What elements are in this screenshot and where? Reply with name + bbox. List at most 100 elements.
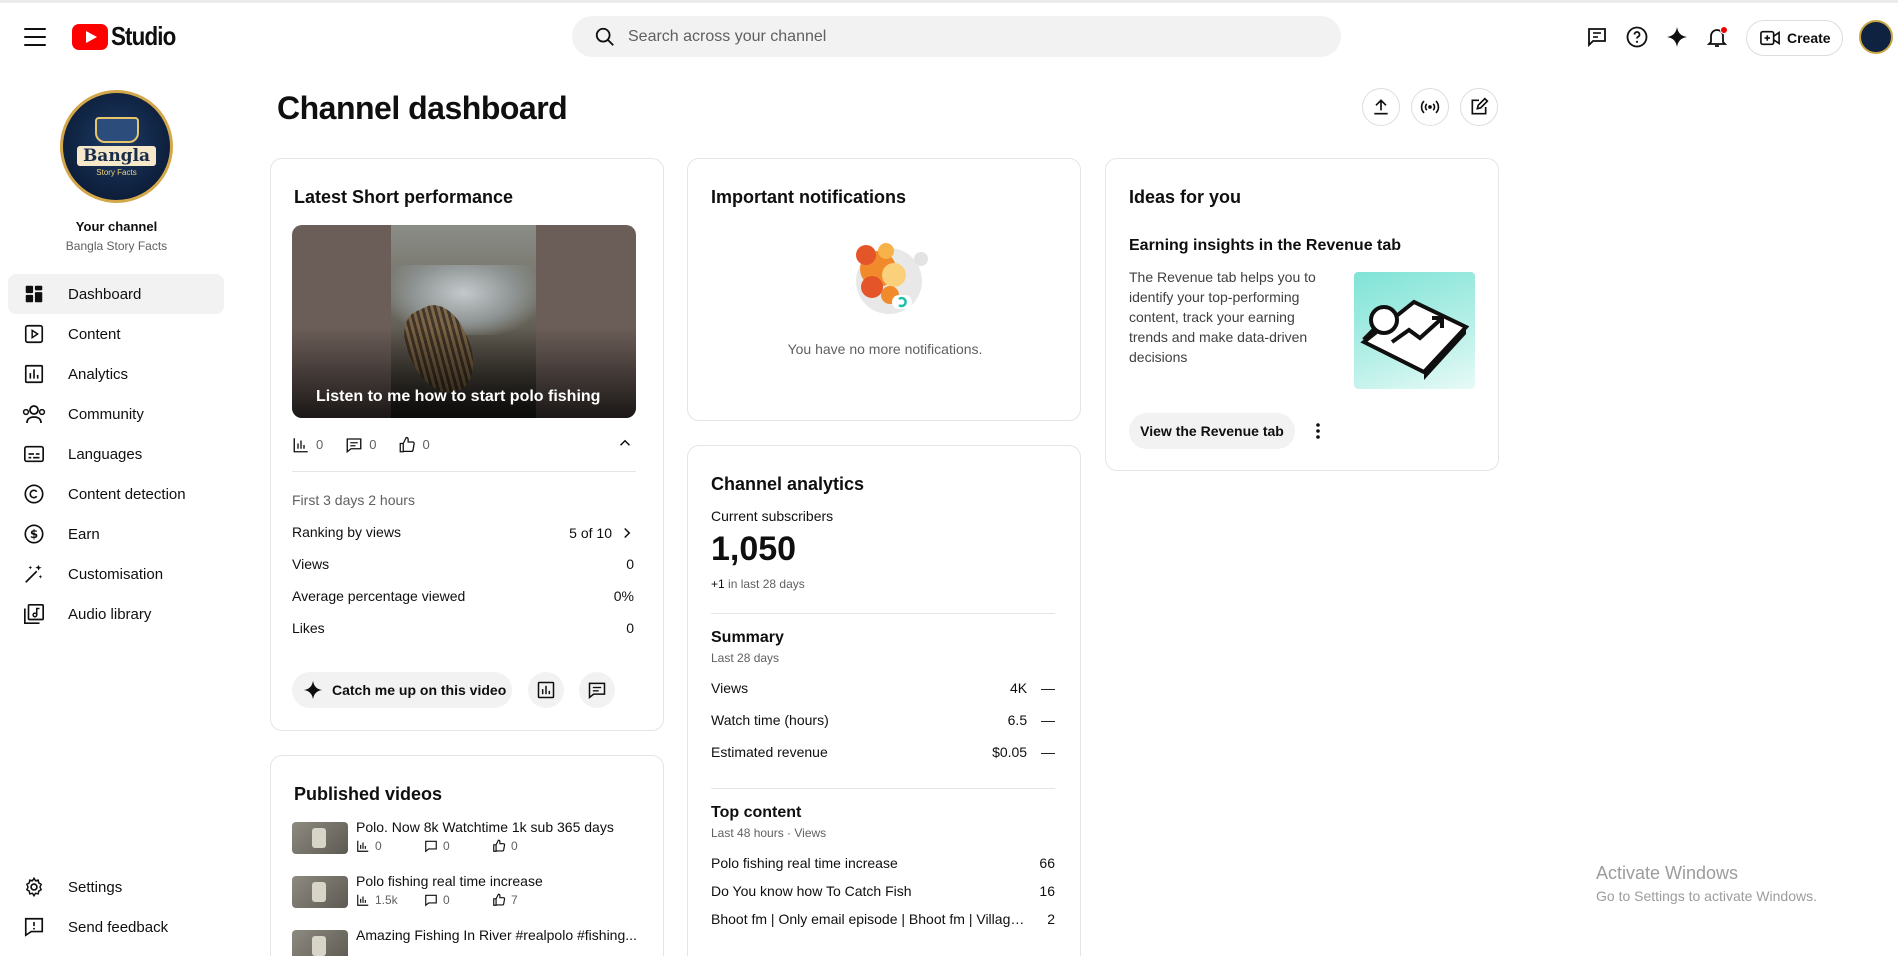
- top-content-row[interactable]: Do You know how To Catch Fish 16: [711, 883, 1055, 899]
- catch-me-up-button[interactable]: Catch me up on this video: [292, 672, 512, 708]
- video-thumbnail: [292, 876, 348, 908]
- sidebar-item-send-feedback[interactable]: Send feedback: [8, 907, 224, 947]
- video-title[interactable]: Polo. Now 8k Watchtime 1k sub 365 days: [356, 819, 638, 835]
- views-count: 1.5k: [375, 893, 398, 907]
- subscribers-delta: +1 in last 28 days: [711, 577, 805, 591]
- video-stats: 1.5k 0 7: [356, 893, 560, 907]
- youtube-play-icon: [72, 23, 108, 50]
- card-heading: Published videos: [294, 784, 443, 804]
- sidebar-item-analytics[interactable]: Analytics: [8, 354, 224, 394]
- account-avatar[interactable]: [1859, 20, 1893, 54]
- catch-me-up-label: Catch me up on this video: [332, 682, 507, 698]
- ranking-label: Ranking by views: [292, 524, 401, 540]
- sidebar-item-content-detection[interactable]: Content detection: [8, 474, 224, 514]
- subscribers-label: Current subscribers: [711, 508, 834, 524]
- short-comments-button[interactable]: [579, 672, 615, 708]
- go-live-button[interactable]: [1411, 88, 1449, 126]
- short-analytics-button[interactable]: [528, 672, 564, 708]
- top-content-row[interactable]: Polo fishing real time increase 66: [711, 855, 1055, 871]
- short-performance-card: Latest Short performance Listen to me ho…: [270, 158, 664, 731]
- create-post-button[interactable]: [1460, 88, 1498, 126]
- comment-icon: [425, 840, 437, 853]
- video-title[interactable]: Polo fishing real time increase: [356, 873, 638, 889]
- metric-value: 0: [626, 556, 634, 572]
- messages-icon[interactable]: [1582, 22, 1612, 52]
- sidebar-item-label: Send feedback: [68, 918, 169, 936]
- sidebar-item-dashboard[interactable]: Dashboard: [8, 274, 224, 314]
- video-thumbnail: [292, 822, 348, 854]
- help-icon[interactable]: [1622, 22, 1652, 52]
- sidebar-item-content[interactable]: Content: [8, 314, 224, 354]
- summary-row-views[interactable]: Views 4K —: [711, 680, 1055, 696]
- notifications-icon[interactable]: [1702, 22, 1732, 52]
- sidebar-item-customisation[interactable]: Customisation: [8, 554, 224, 594]
- sidebar-item-label: Content detection: [68, 485, 186, 503]
- views-count: 0: [375, 839, 382, 853]
- empty-notifications-illustration: [856, 243, 928, 314]
- channel-analytics-card: Channel analytics Current subscribers 1,…: [687, 445, 1081, 956]
- notification-dot: [1720, 26, 1728, 34]
- view-revenue-tab-button[interactable]: View the Revenue tab: [1129, 413, 1295, 449]
- analytics-icon: [22, 362, 46, 386]
- summary-row-revenue[interactable]: Estimated revenue $0.05 —: [711, 744, 1055, 760]
- channel-avatar[interactable]: Bangla Story Facts: [60, 90, 173, 203]
- summary-label: Estimated revenue: [711, 744, 828, 760]
- thumbs-up-icon: [493, 893, 506, 906]
- divider: [711, 788, 1055, 789]
- ranking-row[interactable]: Ranking by views 5 of 10: [292, 524, 636, 542]
- menu-icon[interactable]: [18, 22, 52, 52]
- notifications-card: Important notifications You have no more…: [687, 158, 1081, 421]
- delta-value: +1: [711, 577, 725, 591]
- idea-body: The Revenue tab helps you to identify yo…: [1129, 269, 1316, 365]
- short-title: Listen to me how to start polo fishing: [316, 388, 601, 405]
- sidebar-item-earn[interactable]: $ Earn: [8, 514, 224, 554]
- likes-stat: 0: [492, 839, 560, 853]
- svg-text:$: $: [30, 527, 38, 541]
- upload-icon: [1374, 99, 1388, 115]
- collapse-chevron-icon[interactable]: [616, 434, 634, 455]
- avatar-logo-subtext: Story Facts: [96, 167, 137, 177]
- list-item[interactable]: Amazing Fishing In River #realpolo #fish…: [292, 927, 638, 956]
- summary-label: Views: [711, 680, 749, 696]
- sidebar-item-languages[interactable]: Languages: [8, 434, 224, 474]
- list-item[interactable]: Polo fishing real time increase 1.5k 0 7: [292, 873, 636, 913]
- list-item[interactable]: Polo. Now 8k Watchtime 1k sub 365 days 0…: [292, 819, 636, 859]
- summary-period: Last 28 days: [711, 651, 780, 665]
- comments-count: 0: [443, 893, 450, 907]
- top-content-period: Last 48 hours · Views: [711, 826, 827, 840]
- published-videos-card: Published videos Polo. Now 8k Watchtime …: [270, 755, 664, 956]
- channel-title: Your channel: [75, 219, 158, 234]
- page-title: Channel dashboard: [277, 90, 568, 126]
- feedback-icon: [22, 915, 46, 939]
- upload-button[interactable]: [1362, 88, 1400, 126]
- summary-row-watch-time[interactable]: Watch time (hours) 6.5 —: [711, 712, 1055, 728]
- sparkle-icon: [303, 680, 323, 700]
- delta-period: in last 28 days: [728, 577, 805, 591]
- sidebar-bottom-nav: Settings Send feedback: [8, 867, 224, 947]
- create-button[interactable]: Create: [1746, 20, 1843, 56]
- more-options-icon[interactable]: [1306, 419, 1330, 443]
- top-content-heading: Top content: [711, 804, 802, 821]
- search-input[interactable]: [628, 27, 1308, 46]
- sparkle-icon[interactable]: [1662, 22, 1692, 52]
- sidebar-item-community[interactable]: Community: [8, 394, 224, 434]
- bar-chart-icon: [357, 840, 369, 852]
- search-icon[interactable]: [584, 16, 626, 57]
- community-icon: [22, 402, 46, 426]
- views-stat: 1.5k: [356, 893, 424, 907]
- studio-logo[interactable]: Studio: [72, 21, 186, 52]
- search-bar[interactable]: [572, 16, 1341, 57]
- sidebar-item-audio-library[interactable]: Audio library: [8, 594, 224, 634]
- header: Studio Create: [0, 3, 1898, 65]
- channel-name: Bangla Story Facts: [65, 239, 168, 253]
- video-add-icon: [1760, 30, 1780, 46]
- video-title[interactable]: Amazing Fishing In River #realpolo #fish…: [356, 927, 638, 943]
- short-thumbnail[interactable]: Listen to me how to start polo fishing: [292, 225, 636, 418]
- comments-stat: 0: [424, 839, 492, 853]
- card-heading: Latest Short performance: [294, 187, 514, 207]
- sidebar-item-settings[interactable]: Settings: [8, 867, 224, 907]
- card-heading: Ideas for you: [1129, 187, 1242, 207]
- summary-value: $0.05: [992, 744, 1028, 760]
- top-content-row[interactable]: Bhoot fm | Only email episode | Bhoot fm…: [711, 911, 1055, 927]
- top-content-views: 16: [1039, 883, 1055, 899]
